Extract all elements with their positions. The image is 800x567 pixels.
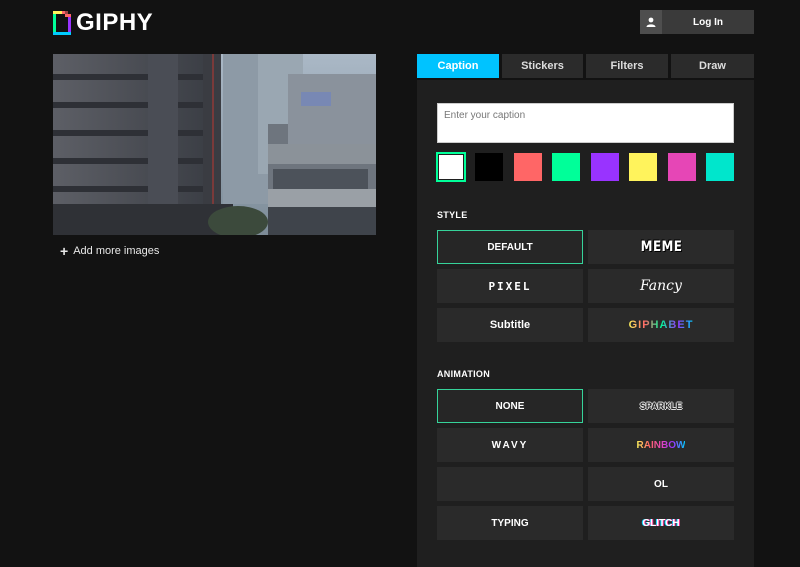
caption-input[interactable] [437,103,734,143]
style-default-button[interactable]: DEFAULT [437,230,583,264]
style-default-label: DEFAULT [487,241,533,253]
animation-ol-label: OL [654,478,668,490]
style-pixel-button[interactable]: PIXEL [437,269,583,303]
animation-rainbow-label: RAINBOW [636,439,686,451]
animation-ol-button[interactable]: OL [588,467,734,501]
animation-rainbow-button[interactable]: RAINBOW [588,428,734,462]
animation-glitch-button[interactable]: GLITCH [588,506,734,540]
animation-none-label: NONE [495,400,525,412]
login-button[interactable]: Log In [640,10,754,34]
style-fancy-button[interactable]: Fancy [588,269,734,303]
animation-glitch-label: GLITCH [642,517,680,529]
caption-panel: STYLE DEFAULT MEME PIXEL Fancy Subtitle … [417,80,754,567]
tab-caption[interactable]: Caption [417,54,499,78]
animation-section-label: ANIMATION [437,369,491,379]
giphy-logo[interactable]: GIPHY [53,10,153,36]
animation-wavy-button[interactable]: WAVY [437,428,583,462]
color-swatch-red[interactable] [514,153,542,181]
style-giphabet-button[interactable]: GIPHABET [588,308,734,342]
color-swatch-purple[interactable] [591,153,619,181]
style-fancy-label: Fancy [640,278,682,294]
style-pixel-label: PIXEL [488,279,532,293]
tab-draw[interactable]: Draw [671,54,754,78]
style-meme-button[interactable]: MEME [588,230,734,264]
logo-text: GIPHY [76,9,154,36]
tab-stickers[interactable]: Stickers [502,54,583,78]
editor-tabs: Caption Stickers Filters Draw [417,54,754,78]
animation-typing-button[interactable]: TYPING [437,506,583,540]
login-label: Log In [693,16,723,28]
animation-sparkle-button[interactable]: SPARKLE [588,389,734,423]
style-subtitle-button[interactable]: Subtitle [437,308,583,342]
add-more-label: Add more images [73,245,160,257]
color-swatch-black[interactable] [475,153,503,181]
style-subtitle-label: Subtitle [489,319,531,331]
color-swatch-yellow[interactable] [629,153,657,181]
color-swatch-green[interactable] [552,153,580,181]
animation-sparkle-label: SPARKLE [639,401,683,411]
tab-filters[interactable]: Filters [586,54,668,78]
giphy-logo-icon [53,11,71,35]
animation-typing-label: TYPING [491,517,529,529]
style-section-label: STYLE [437,210,468,220]
add-more-images-link[interactable]: + Add more images [60,243,160,259]
style-meme-label: MEME [640,239,682,255]
animation-wavy-label: WAVY [491,439,529,451]
style-giphabet-label: GIPHABET [628,319,694,331]
gif-preview-image [53,54,376,235]
animation-blank-button[interactable] [437,467,583,501]
animation-none-button[interactable]: NONE [437,389,583,423]
plus-icon: + [60,243,69,259]
color-swatch-teal[interactable] [706,153,734,181]
color-swatch-pink[interactable] [668,153,696,181]
user-icon [640,10,662,34]
color-swatch-white[interactable] [436,152,466,182]
